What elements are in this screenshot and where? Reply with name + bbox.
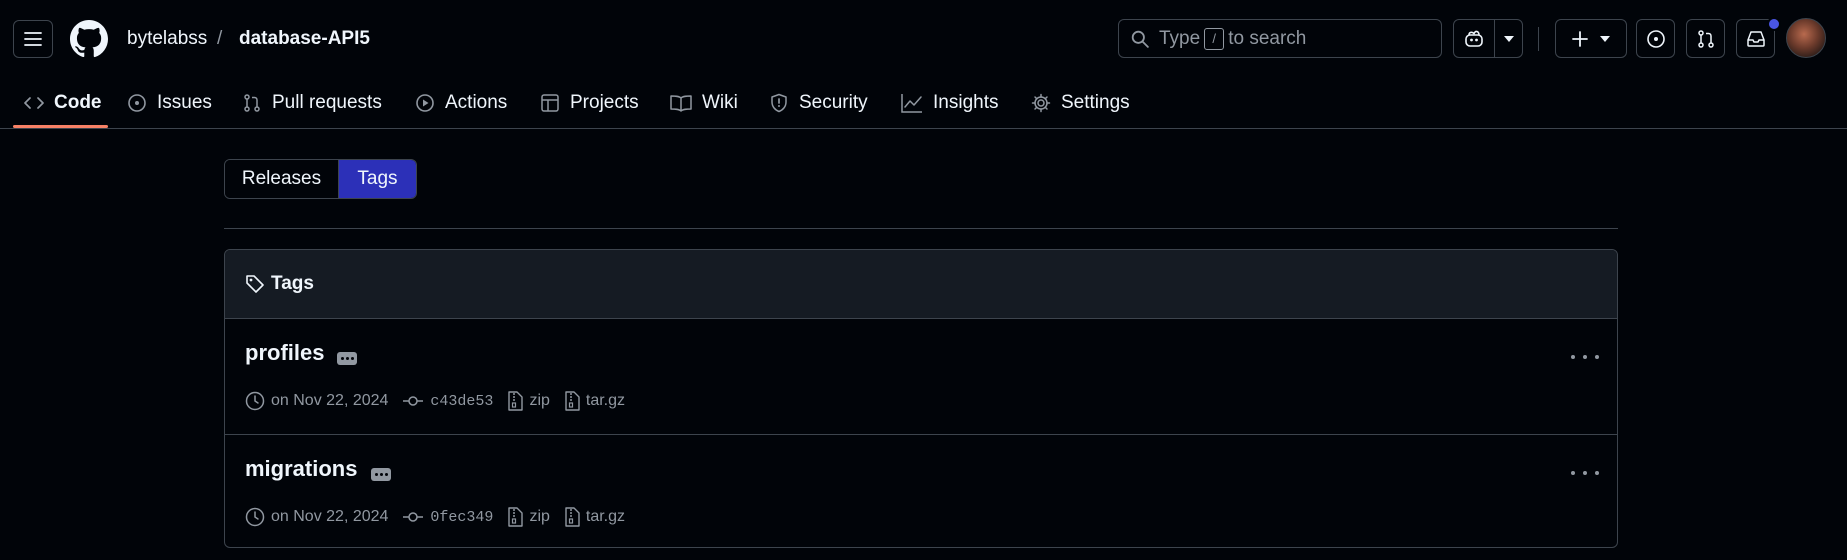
tab-pull-requests[interactable]: Pull requests	[242, 78, 382, 128]
tag-icon	[246, 275, 264, 293]
gear-icon	[1031, 93, 1051, 113]
issue-icon	[128, 94, 146, 112]
github-logo-icon[interactable]	[70, 20, 108, 58]
tab-code[interactable]: Code	[24, 78, 102, 128]
repo-nav: Code Issues Pull requests Actions Projec…	[0, 78, 1847, 129]
tags-toggle-button[interactable]: Tags	[338, 160, 416, 198]
global-header: bytelabss / database-API5 Type / to sear…	[0, 0, 1847, 78]
tag-message-toggle[interactable]	[337, 352, 357, 365]
search-placeholder-prefix: Type	[1159, 27, 1201, 49]
file-zip-icon	[508, 391, 524, 411]
active-tab-indicator	[13, 125, 108, 128]
targz-label: tar.gz	[585, 508, 626, 525]
book-icon	[670, 95, 692, 112]
copilot-dropdown-button[interactable]	[1494, 19, 1523, 58]
pull-requests-button[interactable]	[1686, 19, 1725, 58]
commit-sha: 0fec349	[430, 508, 494, 526]
create-new-button[interactable]	[1555, 19, 1627, 58]
tag-date: on Nov 22, 2024	[245, 391, 388, 411]
tab-projects[interactable]: Projects	[540, 78, 639, 128]
tag-name-link[interactable]: profiles	[245, 340, 324, 366]
commit-sha: c43de53	[430, 392, 494, 410]
tab-wiki[interactable]: Wiki	[670, 78, 738, 128]
tag-date: on Nov 22, 2024	[245, 507, 388, 527]
repo-link[interactable]: database-API5	[239, 27, 370, 51]
tag-date-text: on Nov 22, 2024	[271, 392, 389, 409]
download-zip-link[interactable]: zip	[507, 507, 550, 527]
tag-meta: on Nov 22, 2024 0fec349 zip tar.gz	[245, 507, 639, 527]
tag-commit[interactable]: 0fec349	[402, 509, 493, 526]
shield-icon	[771, 93, 787, 113]
copilot-button[interactable]	[1453, 19, 1495, 58]
table-icon	[541, 94, 559, 112]
commit-icon	[403, 512, 424, 522]
copilot-icon	[1465, 30, 1483, 47]
play-icon	[416, 94, 434, 112]
file-zip-icon	[565, 391, 580, 411]
clock-icon	[245, 391, 265, 411]
file-zip-icon	[565, 507, 580, 527]
owner-link[interactable]: bytelabss	[127, 27, 207, 51]
search-icon	[1131, 30, 1149, 48]
download-zip-link[interactable]: zip	[507, 391, 550, 411]
tags-list-title: Tags	[271, 273, 314, 294]
notification-dot	[1767, 17, 1781, 31]
tab-label: Issues	[157, 92, 212, 113]
tab-label: Pull requests	[272, 92, 382, 113]
download-targz-link[interactable]: tar.gz	[564, 391, 625, 411]
tab-label: Wiki	[702, 92, 738, 113]
download-targz-link[interactable]: tar.gz	[564, 507, 625, 527]
tab-security[interactable]: Security	[769, 78, 868, 128]
clock-icon	[245, 507, 265, 527]
tag-meta: on Nov 22, 2024 c43de53 zip tar.gz	[245, 391, 639, 411]
tab-insights[interactable]: Insights	[901, 78, 998, 128]
tag-row: migrations on Nov 22, 2024 0fec349 zip t…	[225, 435, 1617, 547]
tag-row: profiles on Nov 22, 2024 c43de53 zip tar…	[225, 319, 1617, 435]
kebab-menu-icon[interactable]	[1571, 465, 1599, 481]
tab-label: Code	[54, 92, 102, 113]
releases-toggle-button[interactable]: Releases	[225, 160, 338, 198]
chevron-down-icon	[1600, 35, 1610, 42]
zip-label: zip	[529, 508, 550, 525]
header-divider	[1538, 27, 1539, 51]
tab-issues[interactable]: Issues	[127, 78, 212, 128]
issue-icon	[1646, 29, 1665, 48]
graph-icon	[901, 94, 922, 113]
releases-tags-toggle: Releases Tags	[224, 159, 417, 199]
menu-button[interactable]	[13, 20, 53, 58]
search-placeholder-suffix: to search	[1228, 27, 1307, 49]
section-divider	[224, 228, 1618, 229]
tab-label: Security	[799, 92, 868, 113]
tab-label: Actions	[445, 92, 508, 113]
tab-label: Insights	[933, 92, 999, 113]
commit-icon	[403, 396, 424, 406]
file-zip-icon	[508, 507, 524, 527]
pull-request-icon	[1697, 29, 1714, 48]
tab-actions[interactable]: Actions	[415, 78, 507, 128]
tags-list-header: Tags	[225, 250, 1617, 319]
search-input[interactable]: Type / to search	[1118, 19, 1442, 58]
kebab-menu-icon[interactable]	[1571, 349, 1599, 365]
tags-list: Tags profiles on Nov 22, 2024 c43de53 zi…	[224, 249, 1618, 548]
tag-date-text: on Nov 22, 2024	[271, 508, 389, 525]
pull-request-icon	[244, 94, 260, 112]
chevron-down-icon	[1503, 35, 1514, 42]
issues-button[interactable]	[1636, 19, 1675, 58]
inbox-icon	[1746, 30, 1765, 47]
zip-label: zip	[529, 392, 550, 409]
tab-label: Settings	[1061, 92, 1130, 113]
tag-name-link[interactable]: migrations	[245, 456, 357, 482]
code-icon	[24, 97, 44, 109]
hamburger-icon	[24, 32, 42, 46]
targz-label: tar.gz	[585, 392, 626, 409]
search-shortcut-key: /	[1204, 27, 1225, 50]
tag-commit[interactable]: c43de53	[402, 393, 493, 410]
tab-label: Projects	[570, 92, 639, 113]
breadcrumb-separator: /	[217, 28, 223, 49]
tab-settings[interactable]: Settings	[1031, 78, 1130, 128]
avatar[interactable]	[1786, 18, 1826, 58]
tag-message-toggle[interactable]	[371, 468, 391, 481]
plus-icon	[1572, 30, 1588, 47]
